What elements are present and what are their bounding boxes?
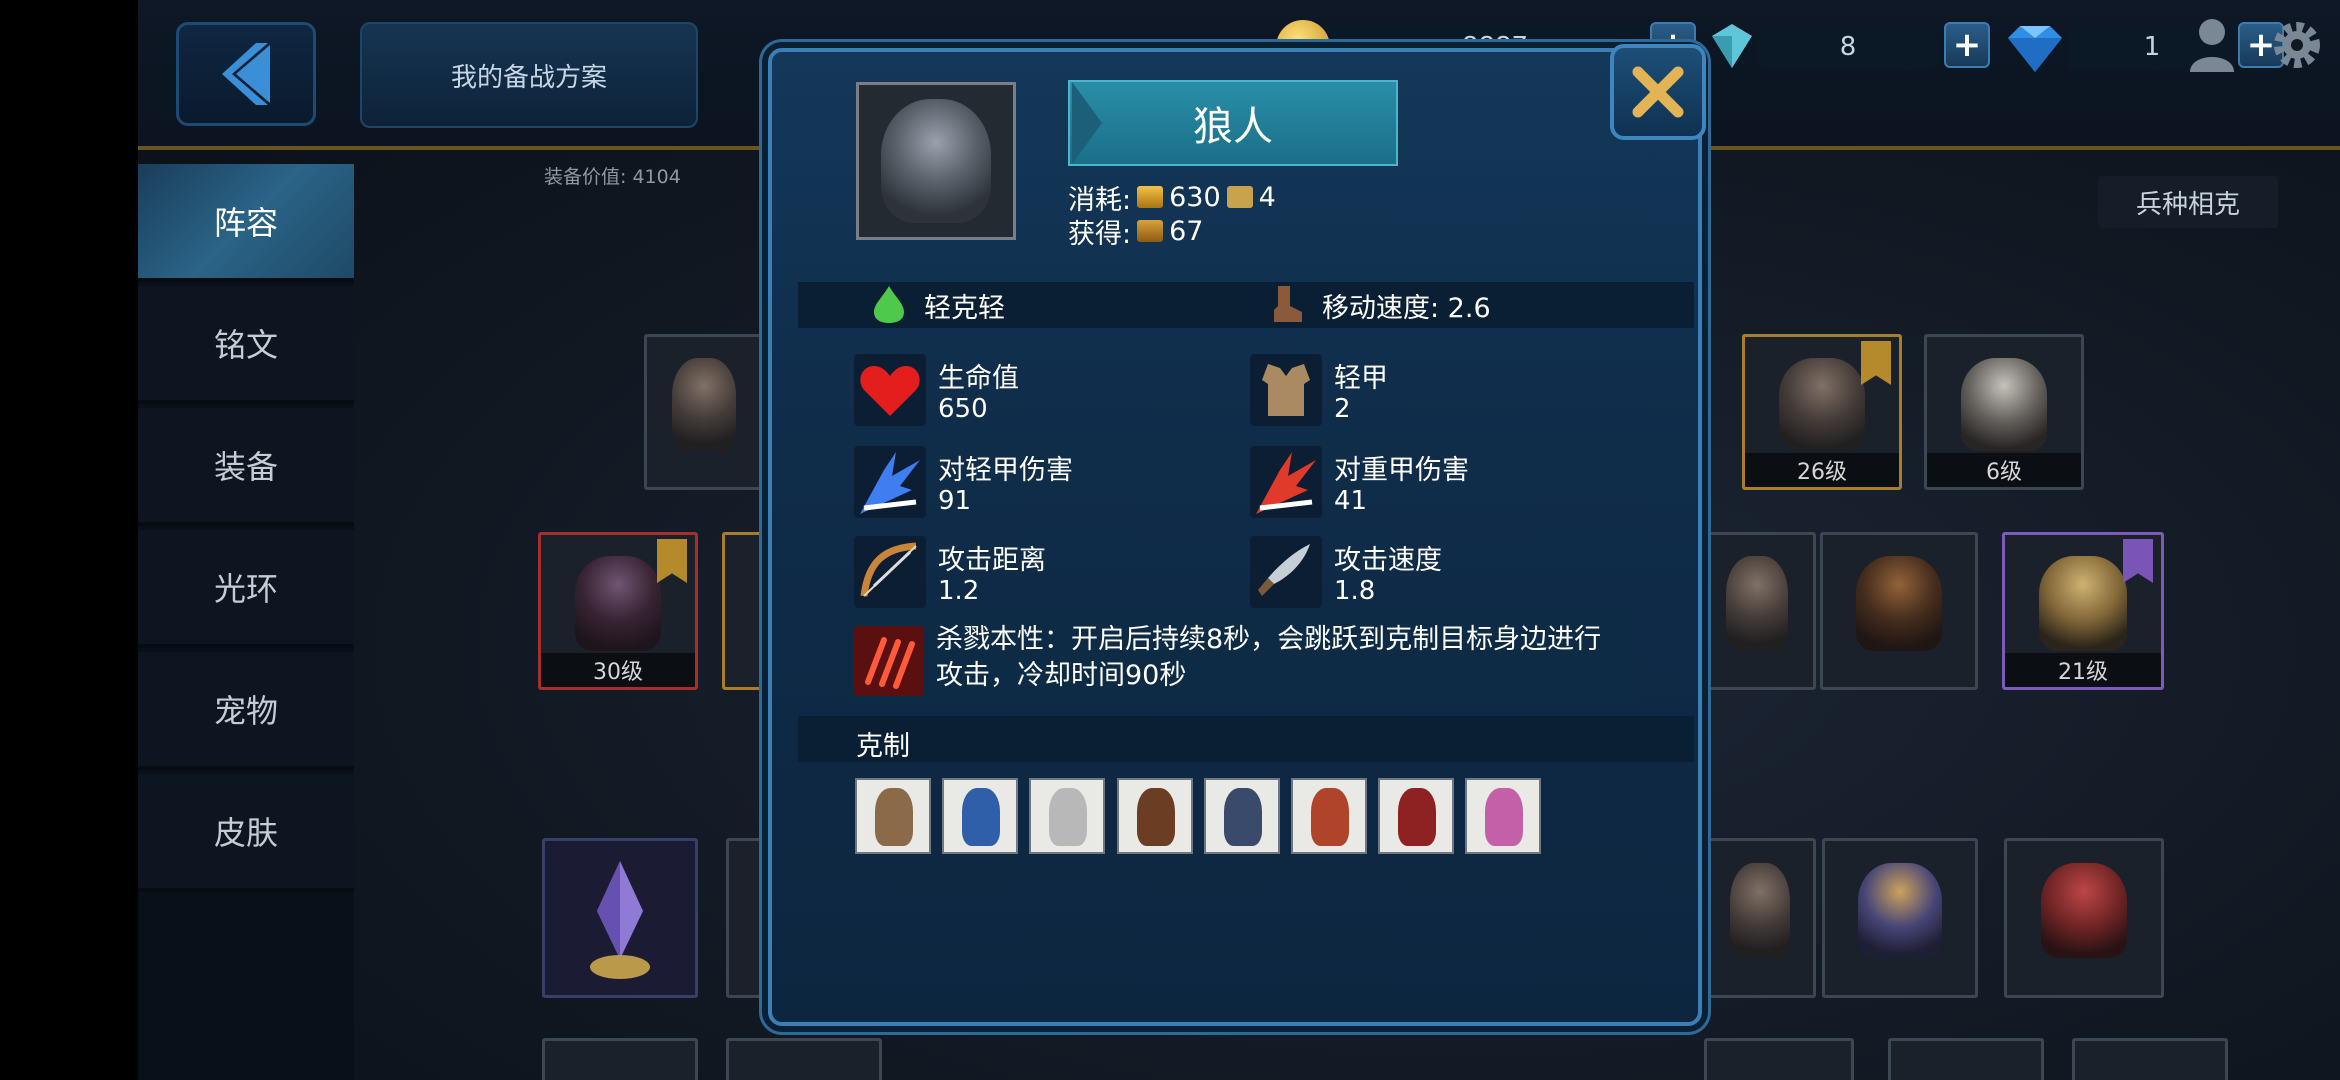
sidebar-item-pet[interactable]: 宠物	[138, 652, 354, 770]
unit-portrait	[856, 82, 1016, 240]
diamond-icon	[2008, 26, 2062, 72]
crystal-icon	[1712, 24, 1752, 68]
counter-unit-white-knight[interactable]	[1029, 778, 1105, 854]
gain-line: 获得: 67	[1068, 214, 1204, 250]
counter-title: 克制	[856, 731, 910, 762]
unit-card[interactable]	[722, 532, 762, 690]
unit-card[interactable]	[644, 334, 764, 490]
aura-card[interactable]	[542, 838, 698, 998]
unit-card[interactable]	[1704, 838, 1816, 998]
sidebar: 阵容 铭文 装备 光环 宠物 皮肤	[138, 164, 354, 1080]
cost-gold: 630	[1169, 181, 1221, 213]
move-speed-text: 移动速度: 2.6	[1322, 293, 1491, 324]
bow-icon	[854, 536, 926, 608]
unit-card[interactable]	[726, 838, 762, 998]
unit-card[interactable]	[2072, 1038, 2228, 1080]
counter-unit-red-swordsman[interactable]	[1378, 778, 1454, 854]
counter-unit-pink-mage[interactable]	[1465, 778, 1541, 854]
unit-card[interactable]	[2004, 838, 2164, 998]
equipment-value: 装备价值: 4104	[544, 166, 681, 188]
claw-skill-icon	[854, 626, 924, 696]
profile-icon[interactable]	[2186, 16, 2238, 72]
population-icon	[1226, 186, 1253, 208]
unit-counter-button[interactable]: 兵种相克	[2098, 176, 2278, 228]
unit-level: 6级	[1927, 453, 2081, 487]
unit-card[interactable]	[726, 1038, 882, 1080]
stat-value-heavy-dmg: 41	[1334, 486, 1368, 516]
unit-card[interactable]	[1822, 838, 1978, 998]
close-icon	[1632, 66, 1684, 118]
light-armor-icon	[1250, 354, 1322, 426]
armor-class-text: 轻克轻	[924, 293, 1005, 324]
settings-gear-icon[interactable]	[2268, 16, 2326, 74]
unit-card[interactable]	[1820, 532, 1978, 690]
cost-line: 消耗: 630 4	[1068, 180, 1276, 216]
dagger-icon	[1250, 536, 1322, 608]
stat-value-atk-speed: 1.8	[1334, 576, 1376, 606]
add-crystal-button[interactable]: +	[1944, 22, 1990, 68]
gain-chest: 67	[1169, 215, 1204, 247]
stat-label-range: 攻击距离	[938, 545, 1046, 576]
cost-population: 4	[1258, 181, 1276, 213]
counter-unit-musketeer[interactable]	[1204, 778, 1280, 854]
sidebar-item-skin[interactable]: 皮肤	[138, 774, 354, 892]
crystal-amount: 8	[1758, 24, 1938, 70]
battle-plan-button[interactable]: 我的备战方案	[360, 22, 698, 128]
heart-icon	[854, 354, 926, 426]
back-arrow-icon	[222, 43, 270, 105]
counter-unit-brown-warrior[interactable]	[1117, 778, 1193, 854]
sidebar-item-aura[interactable]: 光环	[138, 530, 354, 648]
gold-bar-icon	[1137, 186, 1164, 208]
unit-card[interactable]: 30级	[538, 532, 698, 690]
unit-card[interactable]	[1888, 1038, 2044, 1080]
counter-unit-red-monk[interactable]	[1291, 778, 1367, 854]
unit-card[interactable]	[1698, 532, 1816, 690]
skill-description: 杀戮本性：开启后持续8秒，会跳跃到克制目标身边进行攻击，冷却时间90秒	[936, 624, 1602, 691]
back-button[interactable]	[176, 22, 316, 126]
boot-icon	[1274, 286, 1302, 322]
sidebar-item-inscription[interactable]: 铭文	[138, 286, 354, 404]
stat-label-heavy-dmg: 对重甲伤害	[1334, 455, 1469, 486]
stat-label-light-dmg: 对轻甲伤害	[938, 455, 1073, 486]
chest-icon	[1137, 220, 1164, 242]
unit-level: 21级	[2005, 653, 2161, 687]
unit-card[interactable]: 21级	[2002, 532, 2164, 690]
unit-level: 26级	[1745, 453, 1899, 487]
unit-level: 30级	[541, 653, 695, 687]
unit-card[interactable]	[542, 1038, 698, 1080]
purple-crystal-icon	[590, 861, 650, 979]
stat-label-atk-speed: 攻击速度	[1334, 545, 1442, 576]
unit-name-plate: 狼人	[1068, 80, 1398, 166]
unit-card[interactable]: 6级	[1924, 334, 2084, 490]
sidebar-item-equipment[interactable]: 装备	[138, 408, 354, 526]
stat-label-hp: 生命值	[938, 363, 1019, 394]
stat-value-armor: 2	[1334, 394, 1351, 424]
stat-value-range: 1.2	[938, 576, 980, 606]
stat-value-light-dmg: 91	[938, 486, 972, 516]
counter-strip	[798, 716, 1694, 762]
stat-value-hp: 650	[938, 394, 988, 424]
blue-slash-icon	[854, 446, 926, 518]
unit-name: 狼人	[1193, 104, 1273, 150]
sidebar-item-lineup[interactable]: 阵容	[138, 164, 354, 282]
gain-label: 获得:	[1068, 218, 1132, 250]
stat-label-armor: 轻甲	[1334, 363, 1388, 394]
green-drop-icon	[874, 286, 904, 323]
unit-card[interactable]	[1704, 1038, 1854, 1080]
close-button[interactable]	[1610, 44, 1706, 140]
werewolf-icon	[881, 99, 991, 223]
counter-unit-blue-archer[interactable]	[942, 778, 1018, 854]
red-slash-icon	[1250, 446, 1322, 518]
counter-unit-griffin[interactable]	[855, 778, 931, 854]
unit-card[interactable]: 26级	[1742, 334, 1902, 490]
